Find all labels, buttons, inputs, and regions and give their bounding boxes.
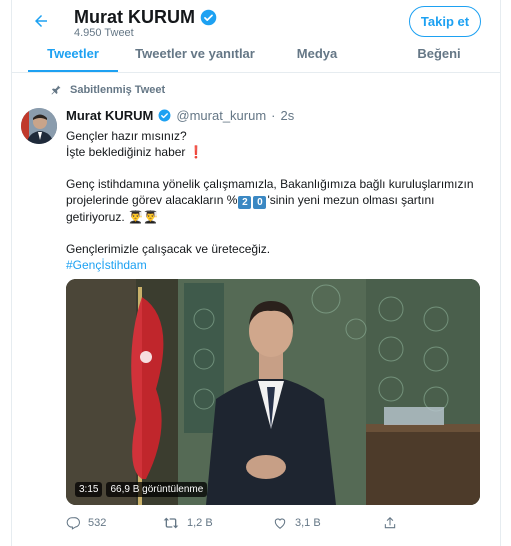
reply-button[interactable]: 532	[66, 516, 163, 530]
reply-count: 532	[88, 517, 107, 529]
tweet-time[interactable]: 2s	[281, 108, 295, 123]
exclamation-emoji: ❗	[188, 145, 204, 159]
avatar[interactable]	[21, 108, 57, 144]
profile-header: Murat KURUM 4.950 Tweet Takip et	[12, 0, 500, 42]
video-duration: 3:15	[75, 482, 103, 497]
like-button[interactable]: 3,1 B	[273, 516, 383, 530]
tab-media[interactable]: Medya	[256, 42, 378, 72]
video-frame	[66, 279, 480, 505]
retweet-button[interactable]: 1,2 B	[163, 516, 273, 530]
tweet-line: İşte beklediğiniz haber ❗	[66, 144, 476, 160]
tweet-line: Gençler hazır mısınız?	[66, 129, 187, 143]
tab-likes[interactable]: Beğeni	[378, 42, 500, 72]
separator-dot: ·	[271, 108, 276, 123]
tweet-author-handle[interactable]: @murat_kurum	[176, 108, 266, 123]
tweet-actions: 532 1,2 B 3,1 B	[66, 516, 476, 530]
tab-tweets-and-replies[interactable]: Tweetler ve yanıtlar	[134, 42, 256, 72]
profile-name: Murat KURUM	[74, 7, 195, 27]
tab-tweets[interactable]: Tweetler	[12, 42, 134, 72]
share-icon	[384, 517, 396, 529]
follow-button[interactable]: Takip et	[409, 6, 481, 37]
retweet-icon	[163, 517, 179, 529]
verified-badge-icon	[200, 9, 217, 26]
tweet-count: 4.950 Tweet	[74, 27, 134, 39]
tweet-paragraph: Genç istihdamına yönelik çalışmamızla, B…	[66, 176, 476, 225]
pinned-indicator: Sabitlenmiş Tweet	[50, 84, 165, 96]
like-count: 3,1 B	[295, 517, 321, 529]
heart-icon	[274, 518, 286, 529]
video-views: 66,9 B görüntülenme	[106, 482, 208, 497]
pinned-label: Sabitlenmiş Tweet	[70, 84, 166, 96]
tweet-line-text: İşte beklediğiniz haber	[66, 145, 186, 159]
verified-badge-icon	[158, 109, 171, 122]
retweet-count: 1,2 B	[187, 517, 213, 529]
hashtag-link[interactable]: #Gençİstihdam	[66, 257, 476, 273]
share-button[interactable]	[383, 516, 397, 530]
tweet-text: Gençler hazır mısınız? İşte beklediğiniz…	[66, 128, 476, 273]
keycap-digit: 2	[238, 196, 252, 209]
reply-icon	[66, 517, 80, 530]
profile-tabs: Tweetler Tweetler ve yanıtlar Medya Beğe…	[12, 42, 500, 73]
video-player[interactable]: 3:15 66,9 B görüntülenme	[66, 279, 480, 505]
tweet-header: Murat KURUM @murat_kurum · 2s	[66, 108, 294, 123]
keycap-digit: 0	[253, 196, 267, 209]
video-info: 3:15 66,9 B görüntülenme	[75, 482, 208, 497]
avatar-portrait-icon	[21, 108, 57, 144]
tweet-line: Gençlerimizle çalışacak ve üreteceğiz.	[66, 242, 271, 256]
tweet-author-name[interactable]: Murat KURUM	[66, 108, 153, 123]
graduate-emoji: 👨‍🎓👨‍🎓	[128, 210, 158, 224]
pin-icon	[51, 85, 61, 95]
back-button[interactable]	[28, 8, 54, 34]
header-title-row: Murat KURUM	[74, 7, 217, 28]
arrow-left-icon	[35, 15, 47, 27]
